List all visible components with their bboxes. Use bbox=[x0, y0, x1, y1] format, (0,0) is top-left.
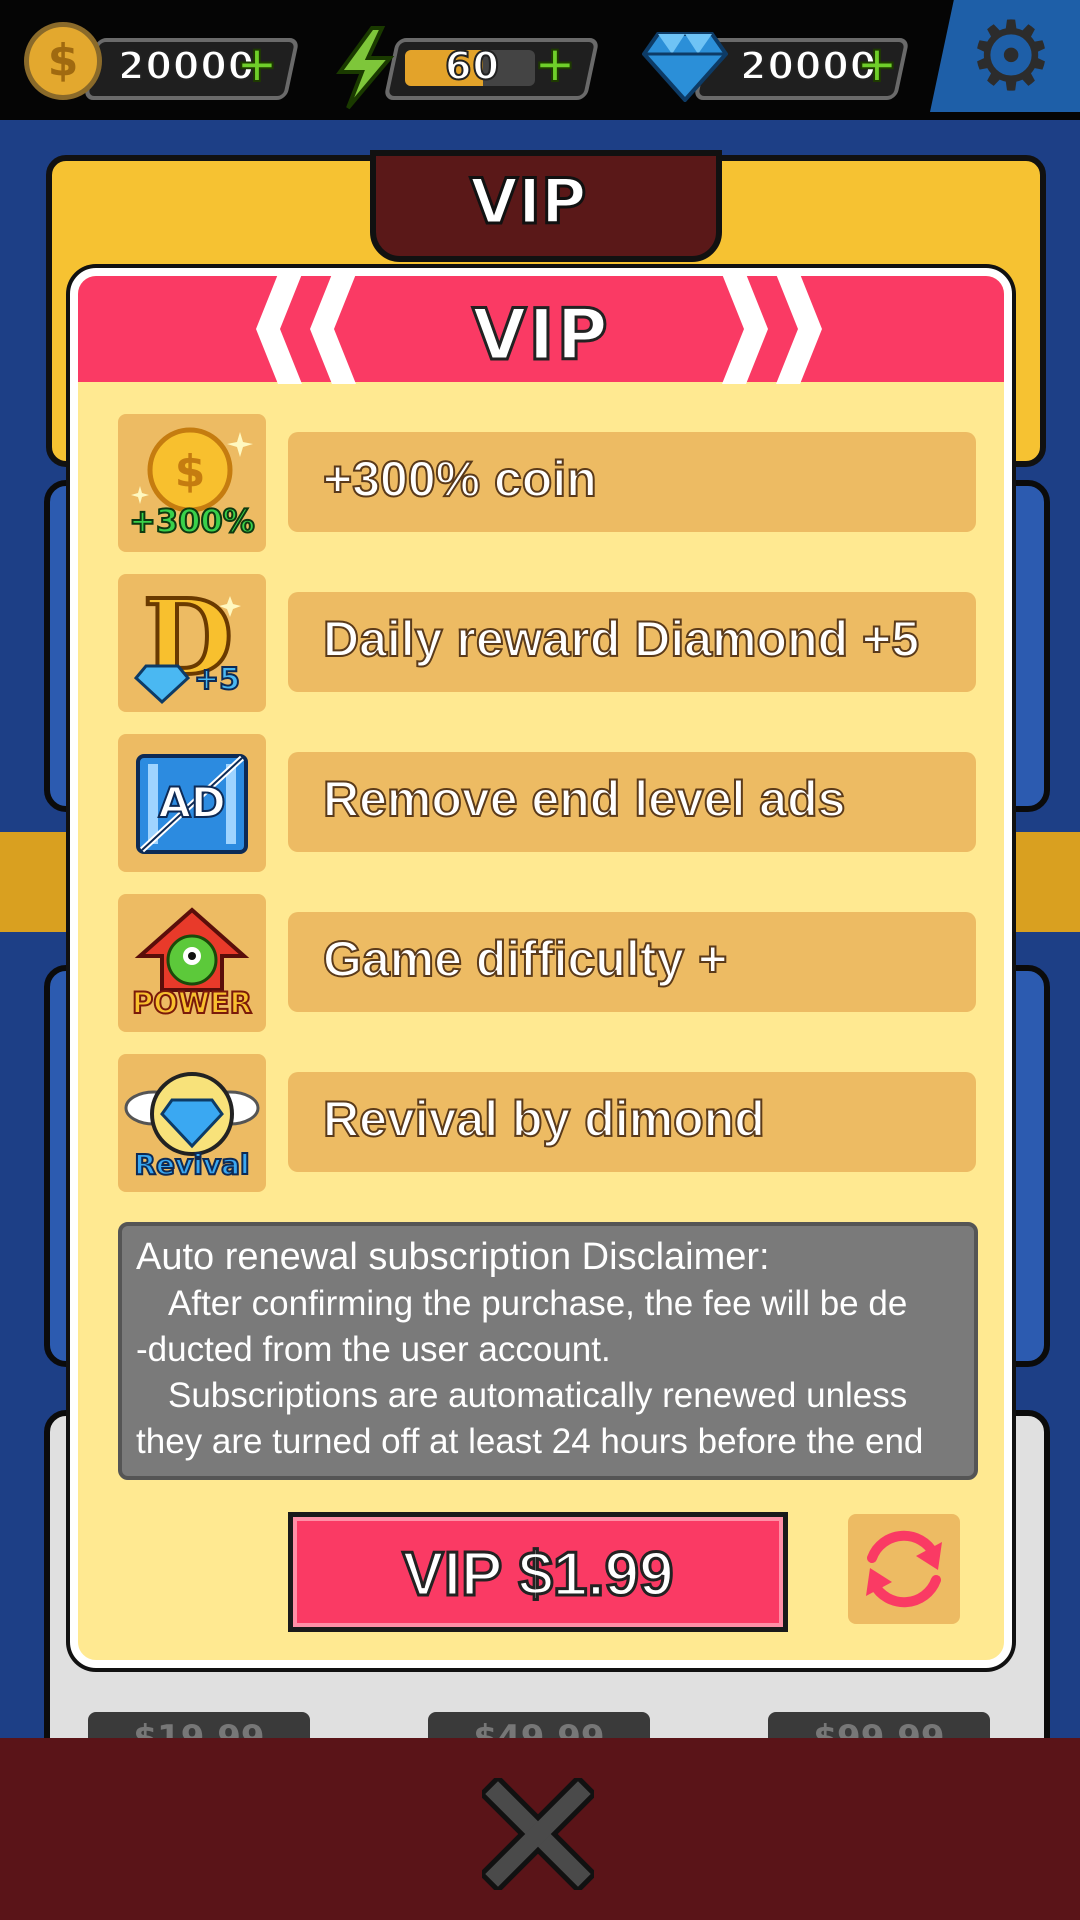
modal-title: VIP bbox=[471, 293, 610, 378]
refresh-icon bbox=[866, 1530, 942, 1608]
svg-text:$: $ bbox=[175, 446, 206, 497]
disclaimer-title: Auto renewal subscription Disclaimer: bbox=[136, 1236, 770, 1278]
benefit-label: Game difficulty + bbox=[322, 930, 728, 988]
benefit-row: Daily reward Diamond +5 bbox=[288, 592, 976, 692]
disclaimer-line: After confirming the purchase, the fee w… bbox=[168, 1284, 908, 1323]
add-coins-button[interactable]: + bbox=[235, 38, 279, 90]
remove-ads-icon-label: AD bbox=[157, 777, 226, 828]
power-icon: POWER bbox=[118, 894, 266, 1032]
restore-purchase-button[interactable] bbox=[848, 1514, 960, 1624]
daily-diamond-icon-label: +5 bbox=[193, 661, 241, 698]
add-diamonds-button[interactable]: + bbox=[855, 38, 899, 90]
gear-icon[interactable]: ⚙ bbox=[968, 8, 1054, 104]
revival-icon-label: Revival bbox=[133, 1147, 250, 1182]
disclaimer-box[interactable]: Auto renewal subscription Disclaimer: Af… bbox=[118, 1222, 978, 1480]
diamond-icon bbox=[642, 32, 728, 102]
benefit-label: Daily reward Diamond +5 bbox=[322, 610, 920, 668]
power-icon-label: POWER bbox=[131, 985, 253, 1021]
revival-icon: Revival bbox=[118, 1054, 266, 1192]
benefit-label: Remove end level ads bbox=[322, 770, 846, 828]
benefit-label: Revival by dimond bbox=[322, 1090, 766, 1148]
benefit-row: Game difficulty + bbox=[288, 912, 976, 1012]
coin-300-icon: $ +300% bbox=[118, 414, 266, 552]
benefit-row: Remove end level ads bbox=[288, 752, 976, 852]
benefit-label: +300% coin bbox=[322, 450, 598, 508]
coin-count: 20000 bbox=[117, 43, 256, 89]
energy-count: 60 bbox=[444, 43, 500, 89]
top-resource-bar: 20000 + 60 + 20000 + ⚙ bbox=[0, 0, 1080, 120]
coin-300-icon-label: +300% bbox=[128, 501, 256, 541]
modal-header: VIP bbox=[78, 276, 1004, 384]
buy-vip-button[interactable]: VIP $1.99 bbox=[288, 1512, 788, 1632]
add-energy-button[interactable]: + bbox=[533, 38, 577, 90]
vip-modal: VIP $ +300% +300% coin D +5 Daily reward… bbox=[70, 268, 1012, 1668]
buy-vip-label: VIP $1.99 bbox=[401, 1539, 675, 1611]
disclaimer-line: they are turned off at least 24 hours be… bbox=[136, 1422, 924, 1461]
coin-icon bbox=[24, 22, 102, 100]
daily-diamond-icon: D +5 bbox=[118, 574, 266, 712]
close-icon[interactable] bbox=[482, 1778, 594, 1890]
disclaimer-line: -ducted from the user account. bbox=[136, 1330, 611, 1369]
lightning-icon bbox=[336, 26, 395, 110]
disclaimer-line: Subscriptions are automatically renewed … bbox=[168, 1376, 908, 1415]
benefit-row: Revival by dimond bbox=[288, 1072, 976, 1172]
background-vip-title: VIP bbox=[469, 164, 588, 240]
benefit-row: +300% coin bbox=[288, 432, 976, 532]
remove-ads-icon: AD bbox=[118, 734, 266, 872]
